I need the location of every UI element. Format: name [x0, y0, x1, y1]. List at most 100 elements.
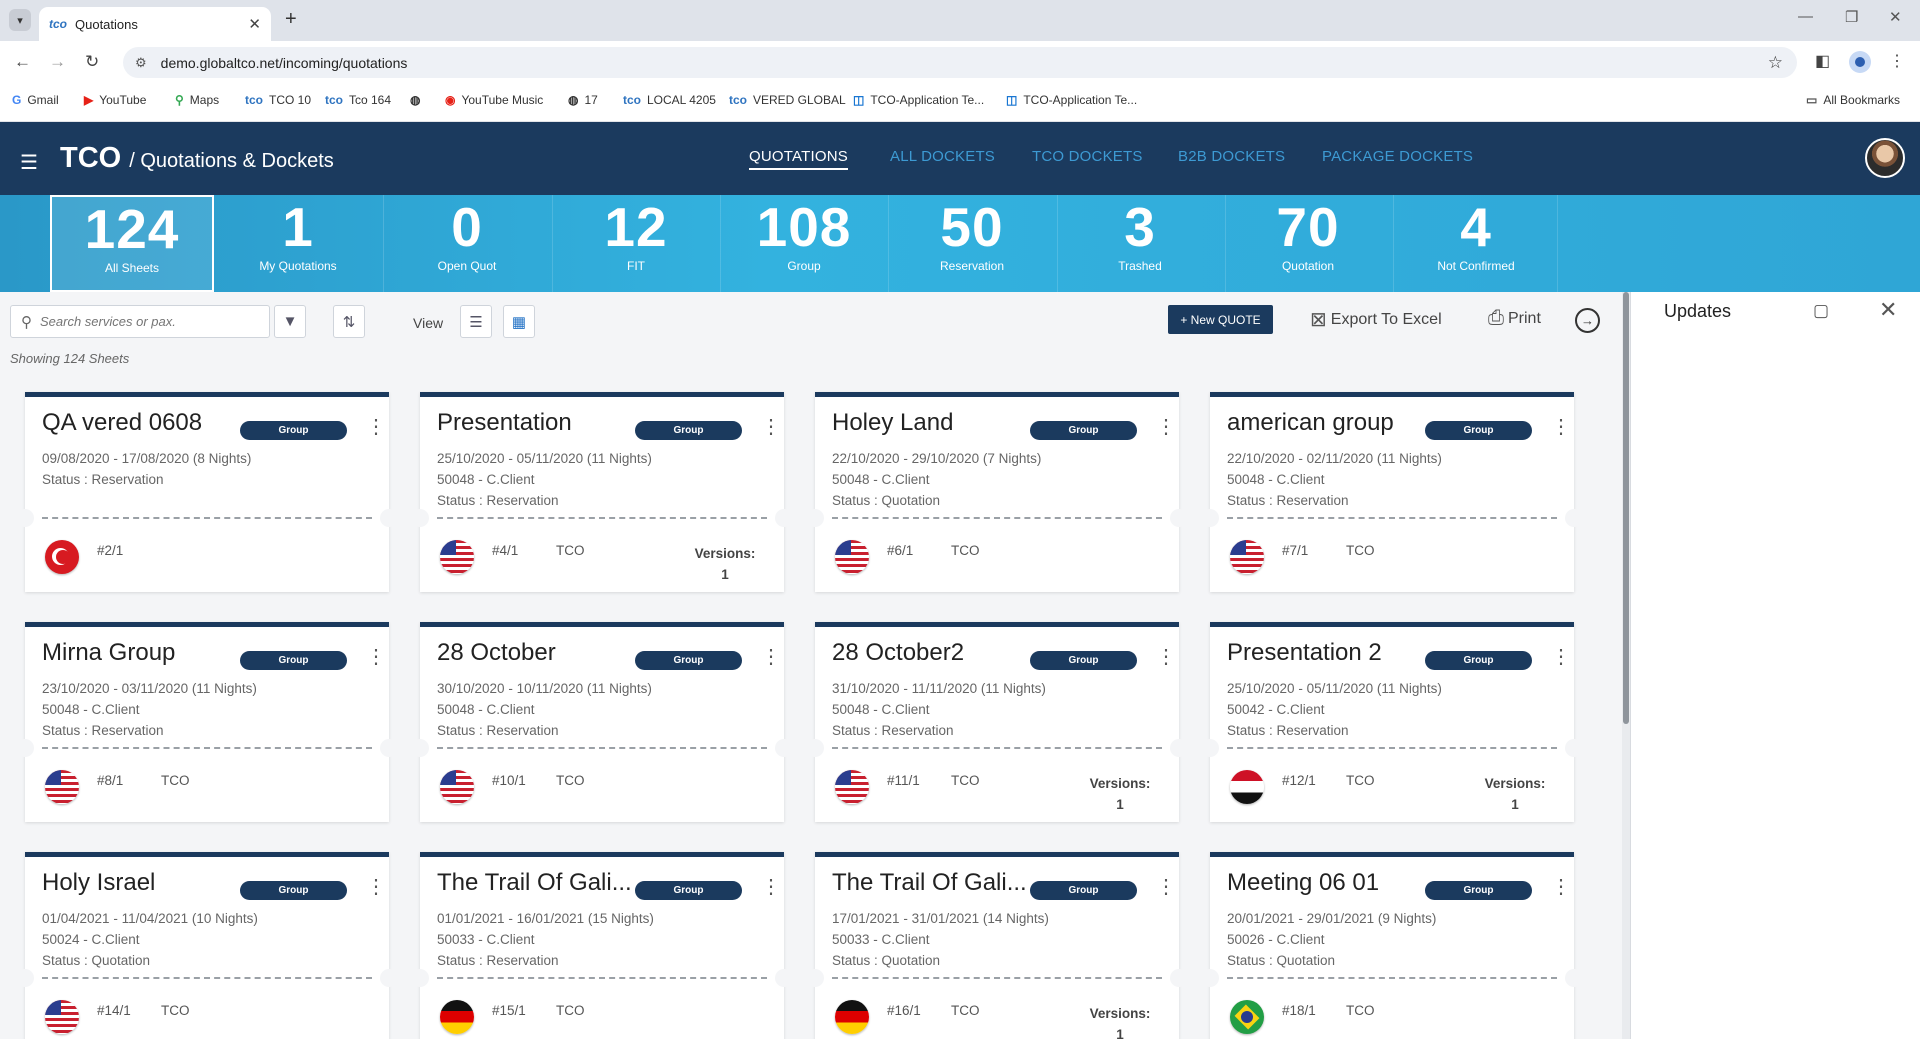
quotation-card[interactable]: 28 October2 Group ⋮ 31/10/2020 - 11/11/2020… — [806, 622, 1188, 822]
card-title[interactable]: Presentation 2 — [1227, 639, 1437, 667]
profile-avatar-icon[interactable] — [1849, 51, 1871, 73]
card-title[interactable]: Presentation — [437, 409, 647, 437]
stat-group[interactable]: 108 Group — [722, 195, 886, 292]
browser-tab[interactable]: tco Quotations ✕ — [39, 7, 271, 41]
tab-quotations[interactable]: QUOTATIONS — [749, 148, 848, 170]
more-options-icon[interactable]: ⋮ — [1551, 417, 1571, 437]
card-title[interactable]: Mirna Group — [42, 639, 252, 667]
tco-icon: tco — [325, 93, 343, 107]
quotation-card[interactable]: The Trail Of Gali... Group ⋮ 01/01/2021 - 1… — [411, 852, 793, 1039]
reload-icon[interactable]: ↻ — [85, 52, 99, 72]
tab-search-button[interactable]: ▾ — [9, 9, 31, 31]
address-bar[interactable]: ⚙ demo.globaltco.net/incoming/quotations… — [123, 47, 1797, 78]
tab-all-dockets[interactable]: ALL DOCKETS — [890, 148, 995, 165]
card-owner: TCO — [556, 1003, 585, 1018]
search-input[interactable] — [40, 314, 240, 329]
quotation-card[interactable]: Holey Land Group ⋮ 22/10/2020 - 29/10/2020 … — [806, 392, 1188, 592]
bookmark-maps[interactable]: ⚲ Maps — [175, 93, 219, 107]
card-title[interactable]: american group — [1227, 409, 1437, 437]
export-excel-button[interactable]: ⊠ Export To Excel — [1310, 307, 1442, 332]
quotation-card[interactable]: Presentation 2 Group ⋮ 25/10/2020 - 05/11/2… — [1201, 622, 1583, 822]
window-close-icon[interactable]: ✕ — [1889, 8, 1902, 26]
card-title[interactable]: Holy Israel — [42, 869, 252, 897]
more-options-icon[interactable]: ⋮ — [1551, 877, 1571, 897]
site-info-icon[interactable]: ⚙ — [135, 55, 147, 71]
close-icon[interactable]: ✕ — [1879, 297, 1897, 323]
search-field[interactable]: ⚲ — [10, 305, 270, 338]
bookmark-tco164[interactable]: tco Tco 164 — [325, 93, 391, 107]
stat-trashed[interactable]: 3 Trashed — [1058, 195, 1222, 292]
new-tab-button[interactable]: + — [285, 8, 297, 31]
quotation-card[interactable]: Holy Israel Group ⋮ 01/04/2021 - 11/04/2021… — [16, 852, 398, 1039]
quotation-card[interactable]: The Trail Of Gali... Group ⋮ 17/01/2021 - 3… — [806, 852, 1188, 1039]
filter-button[interactable]: ▼ — [274, 305, 306, 338]
more-options-icon[interactable]: ⋮ — [761, 877, 781, 897]
more-options-icon[interactable]: ⋮ — [761, 417, 781, 437]
new-quote-button[interactable]: + New QUOTE — [1168, 305, 1273, 334]
bookmark-globe[interactable]: ◍ — [410, 93, 426, 107]
tab-tco-dockets[interactable]: TCO DOCKETS — [1032, 148, 1143, 165]
scrollbar[interactable] — [1622, 292, 1630, 1039]
stat-all-sheets[interactable]: 124 All Sheets — [50, 195, 214, 292]
quotation-card[interactable]: Meeting 06 01 Group ⋮ 20/01/2021 - 29/01/20… — [1201, 852, 1583, 1039]
updates-title: Updates — [1664, 301, 1732, 321]
card-title[interactable]: Meeting 06 01 — [1227, 869, 1437, 897]
forward-arrow-icon[interactable]: → — [49, 52, 66, 72]
bookmark-local-4205[interactable]: tco LOCAL 4205 — [623, 93, 716, 107]
more-options-icon[interactable]: ⋮ — [366, 647, 386, 667]
stat-reservation[interactable]: 50 Reservation — [890, 195, 1054, 292]
side-panel-icon[interactable]: ◧ — [1815, 51, 1830, 71]
more-options-icon[interactable]: ⋮ — [761, 647, 781, 667]
list-view-button[interactable]: ☰ — [460, 305, 492, 338]
app-icon: ◫ — [853, 93, 865, 107]
more-options-icon[interactable]: ⋮ — [366, 417, 386, 437]
print-button[interactable]: ⎙ Print — [1488, 307, 1541, 330]
bookmark-youtube[interactable]: ▶ YouTube — [84, 93, 146, 107]
tab-package-dockets[interactable]: PACKAGE DOCKETS — [1322, 148, 1473, 165]
more-options-icon[interactable]: ⋮ — [1156, 417, 1176, 437]
card-client: 50048 - C.Client — [437, 472, 535, 487]
hamburger-menu-icon[interactable]: ☰ — [20, 150, 38, 175]
stat-quotation[interactable]: 70 Quotation — [1226, 195, 1390, 292]
arrow-right-circle-icon[interactable]: → — [1575, 308, 1600, 333]
all-bookmarks[interactable]: ▭ All Bookmarks — [1806, 93, 1900, 107]
card-title[interactable]: QA vered 0608 — [42, 409, 252, 437]
bookmark-youtube-music[interactable]: ◉ YouTube Music — [445, 93, 543, 107]
bookmark-tco-application-2[interactable]: ◫ TCO-Application Te... — [1006, 93, 1137, 107]
bookmark-vered-global[interactable]: tco VERED GLOBAL — [729, 93, 846, 107]
restore-icon[interactable]: ❐ — [1845, 8, 1858, 26]
more-options-icon[interactable]: ⋮ — [366, 877, 386, 897]
card-title[interactable]: 28 October2 — [832, 639, 1042, 667]
close-tab-icon[interactable]: ✕ — [248, 15, 261, 33]
quotation-card[interactable]: american group Group ⋮ 22/10/2020 - 02/11/2… — [1201, 392, 1583, 592]
bookmark-tco10[interactable]: tco TCO 10 — [245, 93, 311, 107]
back-arrow-icon[interactable]: ← — [14, 52, 31, 72]
card-title[interactable]: 28 October — [437, 639, 647, 667]
card-title[interactable]: Holey Land — [832, 409, 1042, 437]
menu-kebab-icon[interactable]: ⋮ — [1889, 51, 1905, 71]
bookmark-tco-application-1[interactable]: ◫ TCO-Application Te... — [853, 93, 984, 107]
stat-my-quotations[interactable]: 1 My Quotations — [216, 195, 380, 292]
quotation-card[interactable]: 28 October Group ⋮ 30/10/2020 - 10/11/2020 … — [411, 622, 793, 822]
more-options-icon[interactable]: ⋮ — [1156, 877, 1176, 897]
bookmark-star-icon[interactable]: ☆ — [1768, 53, 1783, 73]
card-title[interactable]: The Trail Of Gali... — [437, 869, 647, 897]
card-title[interactable]: The Trail Of Gali... — [832, 869, 1042, 897]
bookmark-gmail[interactable]: G Gmail — [12, 93, 59, 107]
more-options-icon[interactable]: ⋮ — [1551, 647, 1571, 667]
quotation-card[interactable]: Presentation Group ⋮ 25/10/2020 - 05/11/202… — [411, 392, 793, 592]
quotation-card[interactable]: QA vered 0608 Group ⋮ 09/08/2020 - 17/08/20… — [16, 392, 398, 592]
stat-fit[interactable]: 12 FIT — [554, 195, 718, 292]
user-avatar[interactable] — [1865, 138, 1905, 178]
tab-b2b-dockets[interactable]: B2B DOCKETS — [1178, 148, 1285, 165]
sort-button[interactable]: ⇅ — [333, 305, 365, 338]
grid-view-button[interactable]: ▦ — [503, 305, 535, 338]
stat-not-confirmed[interactable]: 4 Not Confirmed — [1394, 195, 1558, 292]
more-options-icon[interactable]: ⋮ — [1156, 647, 1176, 667]
scrollbar-thumb[interactable] — [1623, 292, 1629, 724]
stat-open-quot[interactable]: 0 Open Quot — [385, 195, 549, 292]
quotation-card[interactable]: Mirna Group Group ⋮ 23/10/2020 - 03/11/2020… — [16, 622, 398, 822]
minimize-icon[interactable]: — — [1798, 8, 1813, 25]
chat-icon[interactable]: ▢ — [1813, 301, 1829, 321]
bookmark-17[interactable]: ◍ 17 — [568, 93, 598, 107]
